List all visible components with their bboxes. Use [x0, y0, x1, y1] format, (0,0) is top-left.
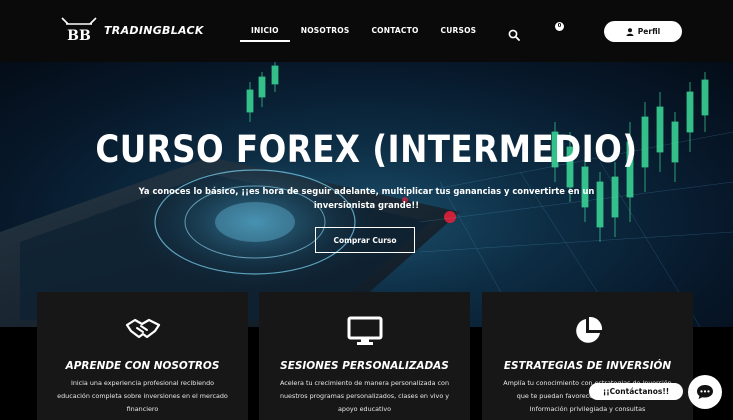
card-title: ESTRATEGIAS DE INVERSIÓN: [503, 359, 672, 372]
user-icon: [626, 27, 634, 36]
nav-item-inicio[interactable]: INICIO: [240, 22, 290, 42]
card-title: APRENDE CON NOSOTROS: [65, 359, 220, 372]
nav-item-cursos[interactable]: CURSOS: [430, 22, 488, 42]
contact-chat-label[interactable]: ¡¡Contáctanos!!: [589, 383, 683, 400]
card-description: Inicia una experiencia profesional recib…: [57, 379, 228, 413]
handshake-icon: [37, 316, 248, 342]
nav-item-nosotros[interactable]: NOSOTROS: [290, 22, 361, 42]
logo-mark-icon: BB: [61, 17, 97, 44]
monitor-icon: [259, 316, 470, 346]
feature-card-learn: APRENDE CON NOSOTROS Inicia una experien…: [37, 292, 248, 420]
svg-text:BB: BB: [67, 28, 91, 44]
search-icon[interactable]: [508, 26, 520, 45]
pie-chart-icon: [482, 316, 693, 346]
site-header: BB TRADINGBLACK INICIO NOSOTROS CONTACTO…: [0, 0, 733, 62]
main-nav: INICIO NOSOTROS CONTACTO CURSOS: [240, 22, 487, 42]
hero-banner: CURSO FOREX (INTERMEDIO) Ya conoces lo b…: [0, 62, 733, 327]
cart-count-badge: 0: [555, 22, 564, 31]
brand-name: TRADINGBLACK: [104, 23, 204, 37]
page: CURSO FOREX (INTERMEDIO) Ya conoces lo b…: [0, 0, 733, 420]
buy-course-button[interactable]: Comprar Curso: [315, 227, 415, 253]
hero-subtitle: Ya conoces lo básico, ¡¡es hora de segui…: [138, 186, 595, 210]
chat-bubble-icon: [697, 385, 713, 399]
brand-logo[interactable]: BB TRADINGBLACK: [60, 16, 204, 44]
nav-item-contacto[interactable]: CONTACTO: [360, 22, 429, 42]
card-description: Acelera tu crecimiento de manera persona…: [279, 379, 450, 413]
chat-button[interactable]: [688, 375, 722, 409]
hero-title: CURSO FOREX (INTERMEDIO): [95, 128, 638, 171]
profile-button[interactable]: Perfil: [604, 21, 682, 42]
feature-card-sessions: SESIONES PERSONALIZADAS Acelera tu creci…: [259, 292, 470, 420]
feature-card-strategies: ESTRATEGIAS DE INVERSIÓN Amplía tu conoc…: [482, 292, 693, 420]
card-title: SESIONES PERSONALIZADAS: [280, 359, 449, 372]
profile-label: Perfil: [637, 27, 661, 36]
